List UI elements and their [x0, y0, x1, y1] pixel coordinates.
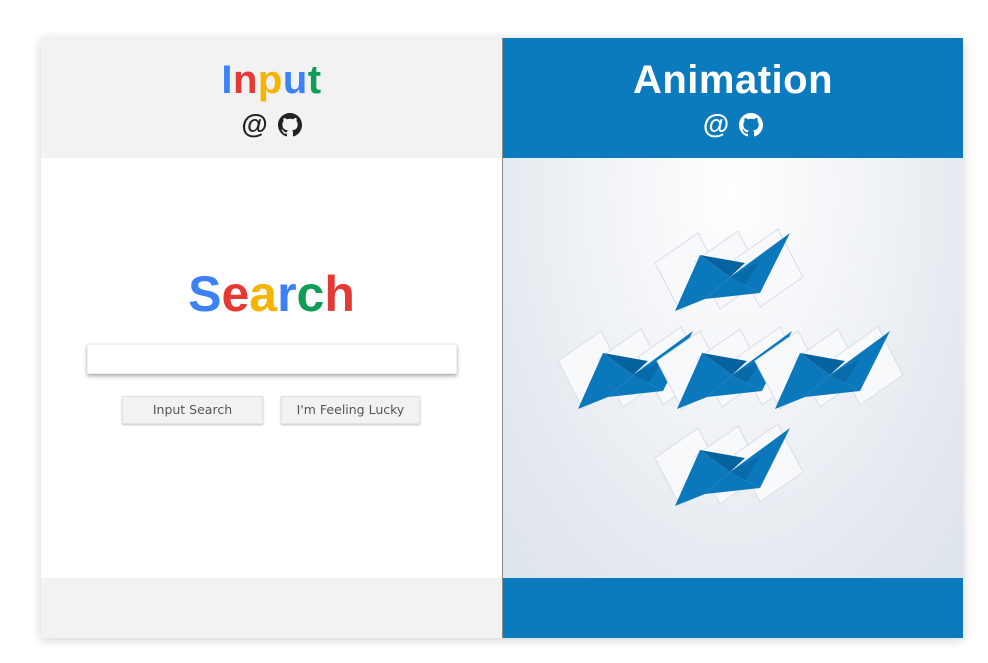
input-title-letter: n [232, 58, 258, 102]
animation-title: Animation [632, 58, 834, 102]
animation-links: @ [503, 110, 963, 140]
search-stage: Search Input Search I'm Feeling Lucky [41, 158, 502, 578]
input-panel: Input @ Search Input Search I'm Feeling … [41, 38, 502, 638]
at-link[interactable]: @ [241, 110, 267, 140]
ribbon-top [654, 228, 804, 312]
at-link[interactable]: @ [703, 110, 729, 140]
animation-footer [503, 578, 963, 638]
search-logo-letter: c [296, 266, 325, 322]
github-icon[interactable] [739, 113, 764, 137]
search-input[interactable] [87, 344, 457, 374]
ribbon-bottom [654, 423, 804, 507]
search-logo-letter: a [249, 266, 278, 322]
search-logo: Search [41, 266, 502, 322]
demo-frame: Input @ Search Input Search I'm Feeling … [41, 38, 963, 638]
input-title-letter: p [257, 58, 283, 102]
input-title-letter: u [282, 58, 308, 102]
input-search-button[interactable]: Input Search [122, 396, 263, 424]
folded-ribbons-animation [557, 228, 904, 507]
input-title-letter: I [221, 58, 233, 102]
input-footer [41, 578, 502, 638]
animation-stage [503, 158, 963, 578]
search-logo-letter: S [188, 266, 222, 322]
feeling-lucky-button[interactable]: I'm Feeling Lucky [281, 396, 420, 424]
input-links: @ [41, 110, 502, 140]
input-title: Input [41, 38, 502, 100]
github-icon[interactable] [277, 113, 302, 137]
search-logo-letter: r [277, 266, 297, 322]
animation-panel: Animation @ [502, 38, 963, 638]
search-logo-letter: e [221, 266, 250, 322]
input-header: Input @ [41, 38, 502, 158]
input-title-letter: t [307, 58, 322, 102]
search-logo-letter: h [324, 266, 355, 322]
animation-header: Animation @ [503, 38, 963, 158]
